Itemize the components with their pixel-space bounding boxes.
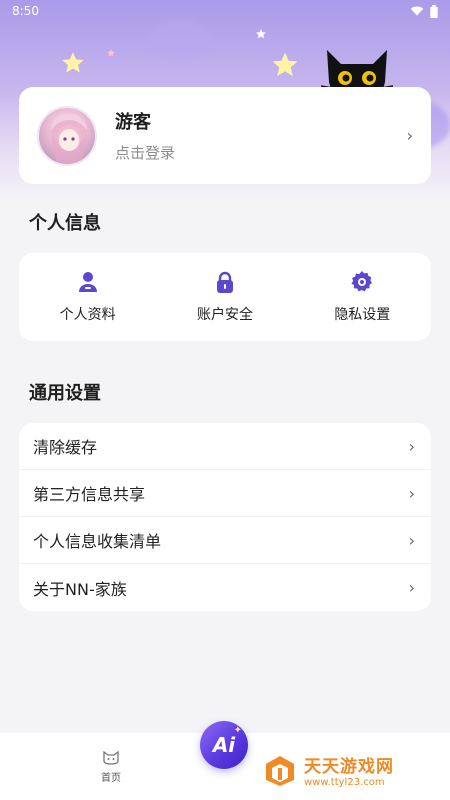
profile-name: 游客 — [115, 112, 151, 133]
personal-section-title: 个人信息 — [29, 213, 101, 234]
lock-icon — [216, 271, 233, 293]
chevron-right-icon: › — [406, 126, 413, 145]
privacy-settings-button[interactable]: 隐私设置 — [294, 253, 431, 341]
wifi-icon — [410, 6, 424, 16]
status-time: 8:50 — [12, 4, 39, 18]
sparkle-icon: ✦ — [233, 725, 242, 736]
general-settings-list: 清除缓存 › 第三方信息共享 › 个人信息收集清单 › 关于NN-家族 › — [19, 423, 431, 611]
list-item-label: 关于NN-家族 — [33, 579, 127, 599]
chevron-right-icon: › — [408, 483, 415, 503]
gear-icon — [351, 271, 373, 292]
list-item-label: 个人信息收集清单 — [33, 532, 162, 551]
tab-home[interactable]: 首页 — [86, 751, 136, 784]
tab-home-label: 首页 — [101, 773, 121, 784]
watermark-title: 天天游戏网 — [304, 757, 394, 777]
star-icon — [256, 29, 266, 39]
third-party-sharing-row[interactable]: 第三方信息共享 › — [19, 470, 431, 517]
star-icon — [106, 48, 116, 57]
profile-info-label: 个人资料 — [59, 307, 116, 323]
status-bar: 8:50 — [0, 0, 450, 22]
battery-icon — [430, 4, 438, 18]
cat-home-icon — [103, 751, 119, 765]
account-security-button[interactable]: 账户安全 — [156, 253, 293, 341]
person-icon — [78, 272, 97, 292]
star-icon — [272, 52, 298, 77]
login-prompt[interactable]: 点击登录 — [115, 142, 407, 163]
clear-cache-row[interactable]: 清除缓存 › — [19, 423, 431, 470]
watermark-url: www.ttyl23.com — [304, 777, 385, 788]
general-section-title: 通用设置 — [29, 383, 101, 404]
personal-info-card: 个人资料 账户安全 隐私设置 — [19, 253, 431, 341]
chevron-right-icon: › — [408, 436, 415, 456]
privacy-settings-label: 隐私设置 — [334, 307, 391, 323]
watermark-logo-icon — [266, 756, 294, 786]
list-item-label: 清除缓存 — [33, 438, 98, 457]
ai-button-label: Ai — [212, 733, 236, 757]
chevron-right-icon: › — [408, 530, 415, 550]
list-item-label: 第三方信息共享 — [33, 485, 146, 504]
star-icon — [62, 52, 84, 73]
account-security-label: 账户安全 — [196, 307, 253, 323]
login-card[interactable]: 游客 点击登录 › — [19, 87, 431, 184]
watermark: 天天游戏网 www.ttyl23.com — [262, 752, 394, 788]
info-collection-list-row[interactable]: 个人信息收集清单 › — [19, 517, 431, 564]
ai-assistant-button[interactable]: Ai ✦ — [200, 721, 248, 769]
about-row[interactable]: 关于NN-家族 › — [19, 564, 431, 611]
profile-info-button[interactable]: 个人资料 — [19, 253, 156, 341]
avatar — [37, 105, 97, 166]
chevron-right-icon: › — [408, 578, 415, 597]
